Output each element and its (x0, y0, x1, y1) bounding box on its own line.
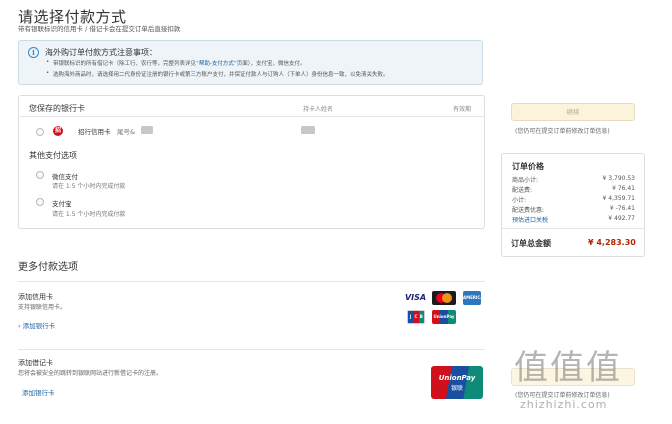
cmb-bank-logo-icon: 招 (53, 126, 63, 136)
divider (18, 349, 485, 350)
cardholder-column-header: 持卡人姓名 (303, 106, 334, 113)
row-label: 配送费优惠: (512, 207, 545, 214)
notice-title: 海外购订单付款方式注意事项： (45, 48, 157, 57)
summary-title: 订单价格 (512, 162, 544, 171)
row-value: ¥ -76.41 (609, 205, 635, 212)
watermark-url: zhizhizhi.com (520, 398, 608, 411)
import-duty-link[interactable]: 预估进口关税 (512, 217, 548, 224)
add-debit-card-desc: 您将会被安全的跳转到银联网站进行新借记卡的注册。 (18, 370, 163, 377)
notice-line-1-suffix: 页面），支付宝，微信支付。 (236, 61, 306, 67)
add-credit-card-link-label: 添加银行卡 (22, 322, 56, 330)
add-debit-card-title: 添加借记卡 (18, 359, 53, 367)
edit-hint: (您仍可在提交订单前修改订单信息) (515, 128, 610, 135)
alipay-label: 支付宝 (52, 200, 72, 208)
saved-card-radio[interactable] (36, 128, 44, 136)
saved-cards-heading: 您保存的银行卡 (29, 104, 85, 113)
jcb-logo-icon: J C B (407, 310, 425, 324)
order-total-value: ¥ 4,283.30 (588, 238, 636, 247)
notice-line-2: • 选购海外商品时，请选择用二代身份证注册的银行卡或第三方账户支付，并保证付款人… (46, 70, 389, 78)
divider (19, 116, 484, 117)
add-credit-card-desc: 支持银联信用卡。 (18, 304, 67, 311)
alipay-radio[interactable] (36, 198, 44, 206)
add-credit-card-link[interactable]: › 添加银行卡 (18, 320, 55, 330)
alipay-note: 请在 1.5 个小时内完成付款 (52, 211, 126, 218)
row-value: ¥ 492.77 (608, 215, 635, 222)
row-label: 商品小计: (512, 177, 539, 184)
row-label: 配送费: (512, 187, 533, 194)
masked-holder-name (301, 126, 315, 134)
summary-row: 配送费优惠: ¥ -76.41 (512, 205, 635, 214)
divider (502, 228, 644, 229)
other-options-heading: 其他支付选项 (29, 151, 77, 160)
notice-line-1-text: 带银联标识的所有借记卡（除工行、农行等，完整列表详见 (53, 61, 197, 67)
summary-row: 商品小计: ¥ 3,790.53 (512, 175, 635, 184)
notice-box: i 海外购订单付款方式注意事项： • 带银联标识的所有借记卡（除工行、农行等，完… (18, 40, 483, 85)
site-watermark: 值值值 zhizhizhi.com (514, 340, 664, 411)
visa-logo-icon: VISA (404, 291, 427, 305)
info-icon: i (28, 47, 39, 58)
summary-row-duty: 预估进口关税 ¥ 492.77 (512, 215, 635, 224)
unionpay-small-logo-icon: UnionPay (432, 310, 456, 324)
add-credit-card-title: 添加信用卡 (18, 293, 53, 301)
summary-row: 配送费: ¥ 76.41 (512, 185, 635, 194)
help-payment-link[interactable]: “帮助-支付方式” (196, 61, 237, 67)
mastercard-logo-icon (432, 291, 456, 305)
saved-card-bank: 招行信用卡 (78, 128, 111, 136)
summary-row: 小计: ¥ 4,359.71 (512, 195, 635, 204)
unionpay-logo-text: UnionPay (438, 374, 476, 382)
notice-line-1: • 带银联标识的所有借记卡（除工行、农行等，完整列表详见“帮助-支付方式”页面）… (46, 59, 306, 67)
order-total-label: 订单总金额 (511, 239, 551, 248)
page-subtitle: 带有银联标识的信用卡 / 借记卡会在提交订单后直接扣款 (18, 25, 181, 33)
wechat-pay-radio[interactable] (36, 171, 44, 179)
continue-button[interactable]: 继续 (511, 103, 635, 121)
row-value: ¥ 4,359.71 (602, 195, 635, 202)
row-label: 小计: (512, 197, 527, 204)
saved-card-tail: 尾号& (117, 128, 136, 136)
amex-logo-icon: AMERICAN EXPRESS (463, 291, 487, 314)
unionpay-logo-cn: 银联 (450, 385, 463, 392)
row-value: ¥ 3,790.53 (602, 175, 635, 182)
divider (18, 281, 485, 282)
payment-methods-panel: 您保存的银行卡 持卡人姓名 有效期 招 招行信用卡 尾号& 其他支付选项 微信支… (18, 95, 485, 229)
wechat-pay-label: 微信支付 (52, 173, 78, 181)
notice-line-2-text: 选购海外商品时，请选择用二代身份证注册的银行卡或第三方账户支付，并保证付款人与订… (53, 72, 389, 78)
wechat-pay-note: 请在 1.5 个小时内完成付款 (52, 183, 126, 190)
watermark-glyphs: 值值值 (514, 348, 622, 388)
jcb-letter-b: B (418, 311, 424, 323)
expiry-column-header: 有效期 (453, 106, 472, 113)
add-debit-card-link[interactable]: 添加银行卡 (22, 387, 55, 397)
masked-card-number (141, 126, 153, 134)
more-options-heading: 更多付款选项 (18, 262, 78, 273)
unionpay-logo-icon: UnionPay 银联 (431, 366, 483, 399)
row-value: ¥ 76.41 (612, 185, 635, 192)
